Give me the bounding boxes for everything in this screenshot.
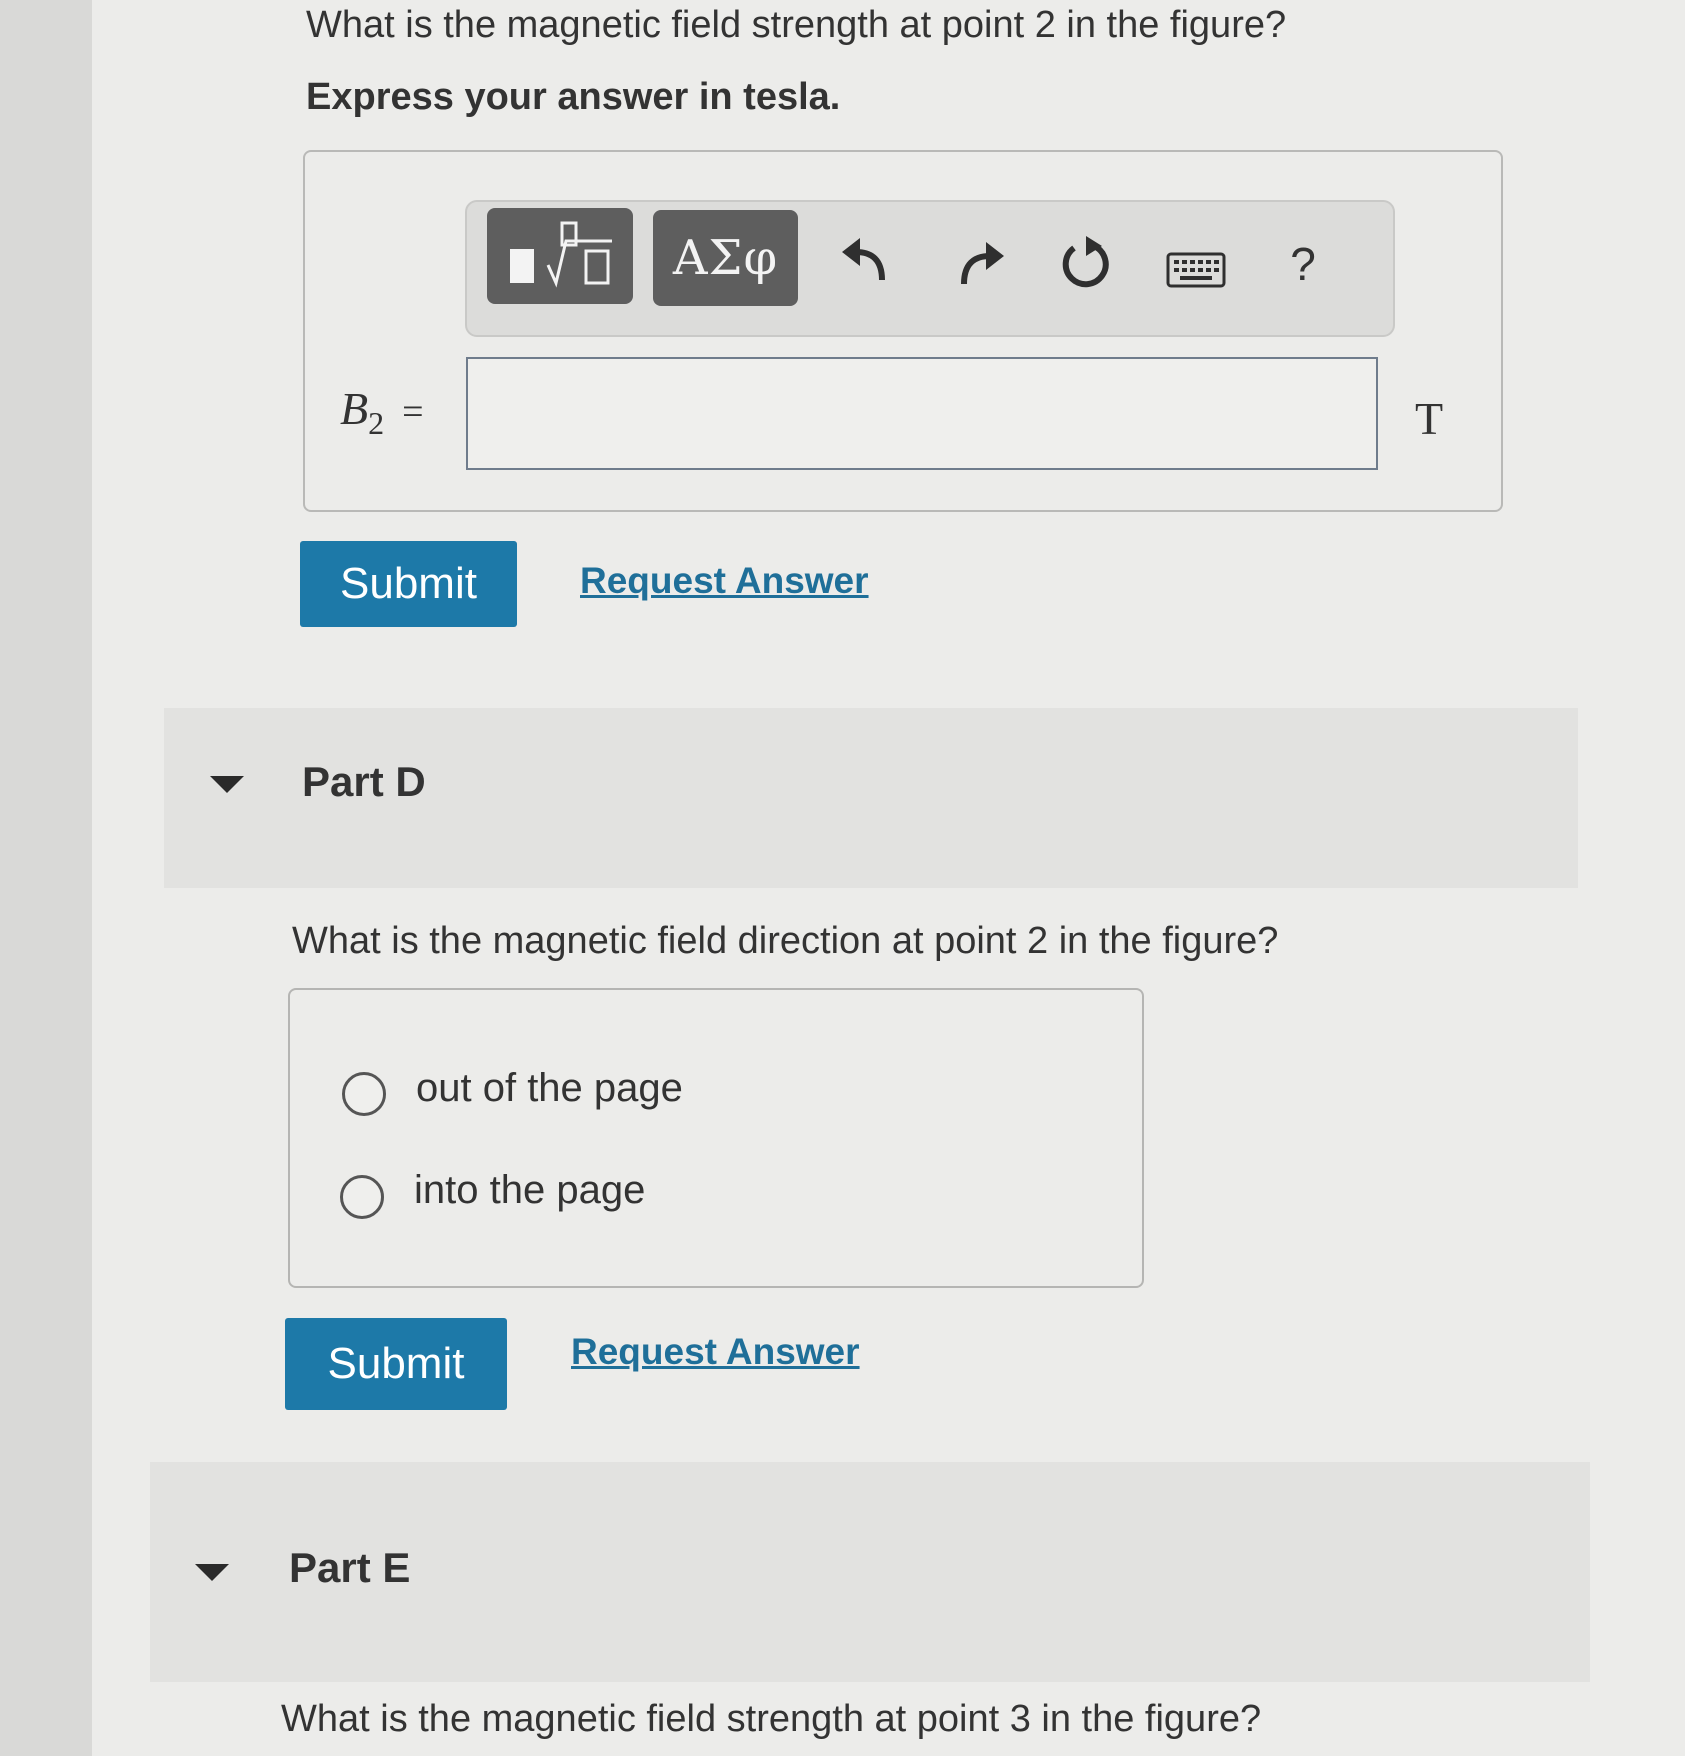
undo-icon: [842, 238, 885, 281]
fraction-root-template-icon: [510, 221, 612, 288]
reset-button[interactable]: [1052, 230, 1120, 298]
redo-button[interactable]: [950, 230, 1014, 294]
submit-button[interactable]: Submit: [285, 1318, 507, 1410]
collapse-caret-icon[interactable]: [195, 1564, 229, 1581]
radio-into-page[interactable]: [340, 1175, 384, 1219]
redo-icon: [961, 242, 1004, 285]
answer-input[interactable]: [466, 357, 1378, 470]
request-answer-link[interactable]: Request Answer: [571, 1331, 860, 1373]
part-d-title: Part D: [302, 758, 426, 805]
choice-group: [288, 988, 1144, 1288]
left-margin-strip: [0, 0, 93, 1756]
greek-symbols-button[interactable]: ΑΣφ: [653, 210, 798, 306]
variable-subscript: 2: [368, 405, 385, 441]
submit-button[interactable]: Submit: [300, 541, 517, 627]
keyboard-icon: [1166, 252, 1226, 288]
question-text: What is the magnetic field strength at p…: [281, 1698, 1262, 1740]
part-e-title: Part E: [289, 1544, 411, 1591]
reset-icon: [1062, 236, 1109, 288]
question-text: What is the magnetic field strength at p…: [306, 4, 1287, 46]
unit-label: T: [1415, 393, 1444, 444]
variable-symbol: B: [340, 383, 369, 434]
help-button[interactable]: ?: [1283, 236, 1323, 292]
undo-button[interactable]: [832, 226, 896, 290]
equals-sign: =: [402, 391, 424, 433]
question-text: What is the magnetic field direction at …: [292, 920, 1279, 962]
collapse-caret-icon[interactable]: [210, 776, 244, 793]
choice-label[interactable]: into the page: [414, 1168, 645, 1213]
keyboard-button[interactable]: [1163, 247, 1229, 293]
variable-label: B2 =: [340, 382, 424, 442]
answer-instruction: Express your answer in tesla.: [306, 76, 841, 118]
choice-label[interactable]: out of the page: [416, 1066, 683, 1111]
radio-out-of-page[interactable]: [342, 1072, 386, 1116]
templates-button[interactable]: [487, 208, 633, 304]
request-answer-link[interactable]: Request Answer: [580, 560, 869, 602]
